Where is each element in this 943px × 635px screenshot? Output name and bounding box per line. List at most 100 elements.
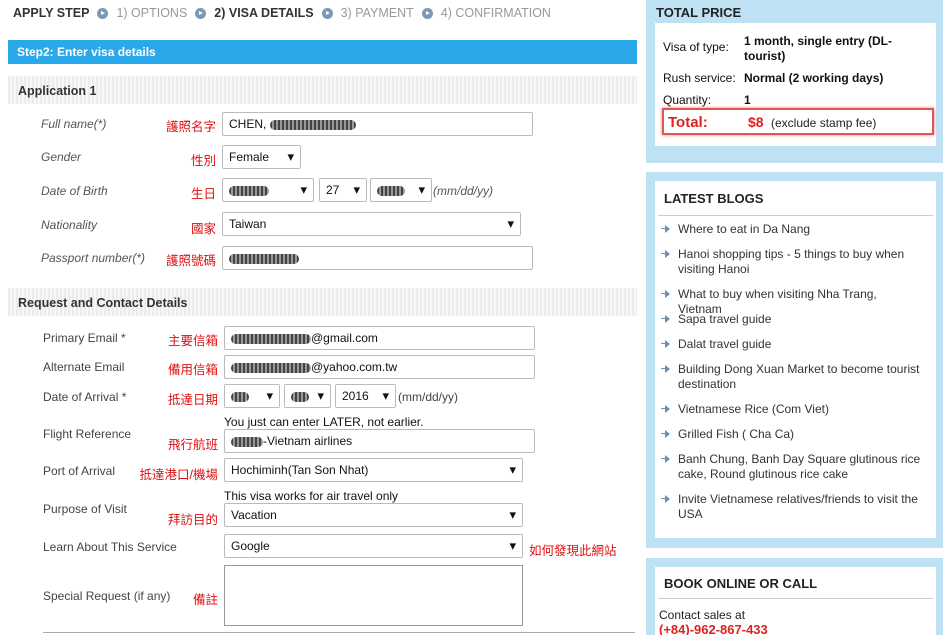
gender-value: Female	[229, 150, 270, 164]
blog-link[interactable]: Vietnamese Rice (Com Viet)	[655, 402, 923, 417]
flight-input[interactable]: -Vietnam airlines	[224, 429, 535, 453]
purpose-value: Vacation	[231, 508, 277, 522]
rush-value: Normal (2 working days)	[744, 71, 884, 85]
primary-email-input[interactable]: @gmail.com	[224, 326, 535, 350]
latest-blogs-box: LATEST BLOGS Where to eat in Da Nang Han…	[655, 181, 936, 538]
arrival-date-label: Date of Arrival *	[43, 390, 127, 404]
alternate-email-input[interactable]: @yahoo.com.tw	[224, 355, 535, 379]
rush-label: Rush service:	[663, 71, 736, 85]
dob-year-select[interactable]	[370, 178, 432, 202]
port-label: Port of Arrival	[43, 464, 116, 478]
quantity-value: 1	[744, 93, 751, 107]
full-name-input[interactable]: CHEN,	[222, 112, 533, 136]
special-request-zh-label: 備註	[192, 593, 218, 607]
primary-email-suffix: @gmail.com	[311, 331, 378, 345]
arrow-icon	[661, 494, 672, 504]
learn-select[interactable]: Google	[224, 534, 523, 558]
blog-link[interactable]: Invite Vietnamese relatives/friends to v…	[655, 492, 923, 522]
step-confirmation: 4) CONFIRMATION	[440, 6, 551, 20]
arrival-month-select[interactable]	[224, 384, 280, 408]
redacted-text	[231, 436, 263, 447]
blog-link[interactable]: Dalat travel guide	[655, 337, 923, 352]
arrival-date-zh-label: 抵達日期	[167, 393, 218, 407]
arrival-date-format-hint: (mm/dd/yy)	[398, 390, 458, 404]
nationality-value: Taiwan	[229, 217, 267, 231]
contact-sales-label: Contact sales at	[659, 608, 746, 622]
redacted-text	[291, 391, 309, 402]
nationality-label: Nationality	[41, 218, 98, 232]
arrow-icon	[661, 249, 672, 259]
blog-link[interactable]: Banh Chung, Banh Day Square glutinous ri…	[655, 452, 923, 482]
step-visa-details: 2) VISA DETAILS	[214, 6, 314, 20]
port-value: Hochiminh(Tan Son Nhat)	[231, 463, 369, 477]
dob-day-select[interactable]: 27	[319, 178, 367, 202]
total-price-box: Visa of type: 1 month, single entry (DL-…	[655, 23, 936, 146]
blog-link-text: Invite Vietnamese relatives/friends to v…	[678, 492, 918, 521]
arrow-icon	[661, 339, 672, 349]
purpose-select[interactable]: Vacation	[224, 503, 523, 527]
full-name-label: Full name(*)	[41, 117, 107, 131]
redacted-text	[377, 185, 405, 196]
arrow-icon	[661, 289, 672, 299]
blog-link-text: Sapa travel guide	[678, 312, 772, 326]
latest-blogs-title: LATEST BLOGS	[664, 191, 764, 206]
blog-link[interactable]: Grilled Fish ( Cha Ca)	[655, 427, 923, 442]
step-arrow-icon	[421, 7, 433, 19]
purpose-label: Purpose of Visit	[43, 502, 127, 516]
primary-email-zh-label: 主要信箱	[167, 334, 218, 348]
step-options[interactable]: 1) OPTIONS	[116, 6, 187, 20]
nationality-select[interactable]: Taiwan	[222, 212, 521, 236]
step-arrow-icon	[195, 7, 207, 19]
divider	[658, 215, 933, 216]
redacted-text	[229, 253, 299, 264]
blog-link[interactable]: Sapa travel guide	[655, 312, 923, 327]
phone-number[interactable]: (+84)-962-867-433	[659, 622, 768, 635]
blog-link[interactable]: Building Dong Xuan Market to become tour…	[655, 362, 923, 392]
passport-label: Passport number(*)	[41, 251, 146, 265]
redacted-text	[269, 119, 356, 130]
port-select[interactable]: Hochiminh(Tan Son Nhat)	[224, 458, 523, 482]
total-price-title: TOTAL PRICE	[656, 5, 742, 20]
dob-day-value: 27	[326, 183, 340, 197]
arrival-date-note: You just can enter LATER, not earlier.	[224, 415, 424, 429]
step-heading: APPLY STEP	[13, 6, 90, 20]
alternate-email-zh-label: 備用信箱	[167, 363, 218, 377]
blog-link-text: Hanoi shopping tips - 5 things to buy wh…	[678, 247, 905, 276]
arrival-day-select[interactable]	[284, 384, 331, 408]
dob-format-hint: (mm/dd/yy)	[433, 184, 493, 198]
blog-link-text: Banh Chung, Banh Day Square glutinous ri…	[678, 452, 921, 481]
primary-email-label: Primary Email *	[43, 331, 126, 345]
blog-link[interactable]: Hanoi shopping tips - 5 things to buy wh…	[655, 247, 923, 277]
arrival-year-value: 2016	[342, 389, 369, 403]
arrival-year-select[interactable]: 2016	[335, 384, 396, 408]
application-section-title: Application 1	[8, 76, 637, 104]
redacted-text	[229, 185, 269, 196]
purpose-zh-label: 拜訪目的	[167, 513, 218, 527]
gender-select[interactable]: Female	[222, 145, 301, 169]
total-value: $8	[748, 114, 764, 130]
arrow-icon	[661, 404, 672, 414]
arrow-icon	[661, 454, 672, 464]
special-request-label: Special Request (if any)	[43, 589, 171, 603]
dob-zh-label: 生日	[190, 187, 216, 201]
special-request-textarea[interactable]	[224, 565, 523, 626]
learn-zh-label: 如何發現此網站	[529, 544, 617, 558]
learn-label: Learn About This Service	[43, 540, 177, 554]
passport-input[interactable]	[222, 246, 533, 270]
full-name-value: CHEN,	[229, 117, 270, 131]
arrow-icon	[661, 429, 672, 439]
divider	[43, 632, 635, 633]
step-arrow-icon	[321, 7, 333, 19]
nationality-zh-label: 國家	[190, 222, 216, 236]
flight-value-suffix: -Vietnam airlines	[263, 434, 353, 448]
quantity-label: Quantity:	[663, 93, 712, 107]
step-arrow-icon	[97, 7, 109, 19]
blog-link-text: Building Dong Xuan Market to become tour…	[678, 362, 920, 391]
passport-zh-label: 護照號碼	[165, 254, 216, 268]
redacted-text	[231, 391, 249, 402]
dob-month-select[interactable]	[222, 178, 314, 202]
book-online-panel: BOOK ONLINE OR CALL Contact sales at (+8…	[646, 558, 943, 635]
blog-link-text: Vietnamese Rice (Com Viet)	[678, 402, 829, 416]
blog-link[interactable]: Where to eat in Da Nang	[655, 222, 923, 237]
arrow-icon	[661, 314, 672, 324]
